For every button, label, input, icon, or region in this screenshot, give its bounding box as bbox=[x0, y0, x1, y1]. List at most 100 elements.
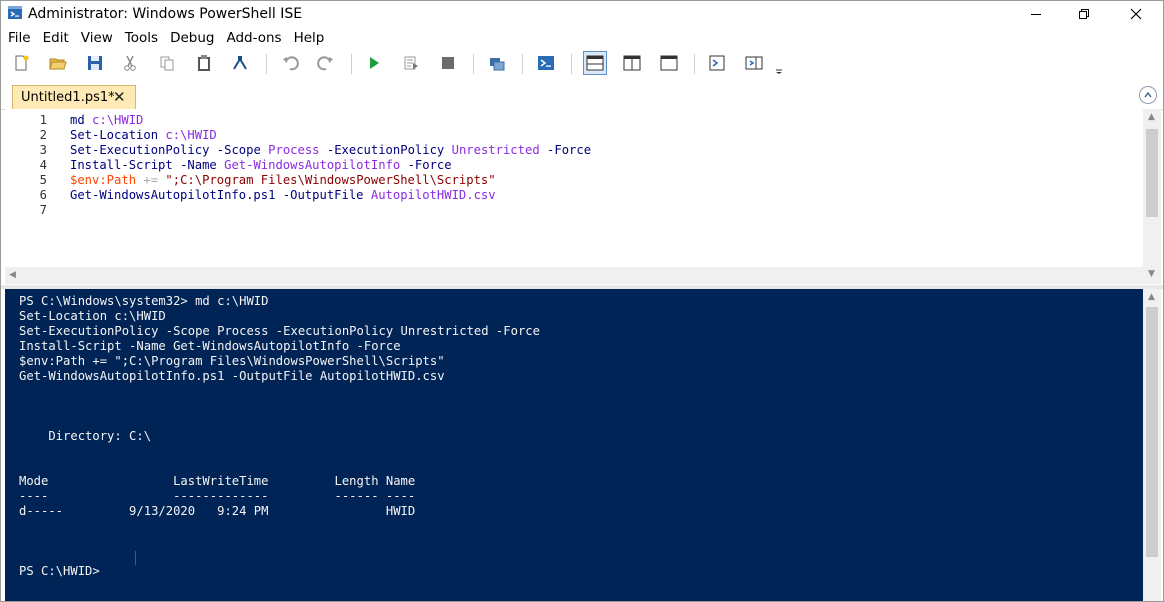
close-icon bbox=[1130, 8, 1142, 20]
toolbar-overflow-button[interactable] bbox=[773, 58, 785, 80]
title-bar: Administrator: Windows PowerShell ISE bbox=[1, 1, 1163, 27]
paste-icon bbox=[198, 55, 210, 71]
line-number: 3 bbox=[39, 143, 47, 157]
remote-icon bbox=[490, 58, 505, 71]
layout-top-icon bbox=[586, 55, 604, 71]
console-line: Set-Location c:\HWID bbox=[19, 309, 166, 323]
console-pane[interactable]: PS C:\Windows\system32> md c:\HWID Set-Lo… bbox=[5, 289, 1143, 601]
cut-icon bbox=[124, 55, 136, 71]
close-button[interactable] bbox=[1113, 1, 1159, 27]
line-number: 4 bbox=[39, 158, 47, 172]
console-line: d----- 9/13/2020 9:24 PM HWID bbox=[19, 504, 416, 518]
script-tab-strip: Untitled1.ps1* ✕ bbox=[1, 81, 1163, 110]
code-line: md c:\HWID bbox=[70, 113, 144, 127]
clear-console-button[interactable] bbox=[229, 52, 251, 74]
console-line: Mode LastWriteTime Length Name bbox=[19, 474, 416, 488]
run-script-button[interactable] bbox=[363, 52, 385, 74]
code-line: Set-Location c:\HWID bbox=[70, 128, 217, 142]
console-line: Directory: C:\ bbox=[19, 429, 152, 443]
layout-max-icon bbox=[660, 55, 678, 71]
code-line: $env:Path += ";C:\Program Files\WindowsP… bbox=[70, 173, 496, 187]
menu-edit[interactable]: Edit bbox=[37, 30, 75, 46]
scroll-down-icon[interactable]: ▼ bbox=[1148, 269, 1155, 279]
redo-icon bbox=[317, 56, 333, 71]
remote-powershell-button[interactable] bbox=[486, 52, 508, 74]
console-line: Get-WindowsAutopilotInfo.ps1 -OutputFile… bbox=[19, 369, 445, 383]
line-number: 2 bbox=[39, 128, 47, 142]
powershell-icon bbox=[538, 56, 554, 70]
line-number-gutter: 1 2 3 4 5 6 7 bbox=[5, 113, 47, 218]
powershell-ise-icon bbox=[8, 6, 22, 19]
layout-script-top-button[interactable] bbox=[583, 51, 607, 75]
open-button[interactable] bbox=[47, 52, 69, 74]
console-line: Install-Script -Name Get-WindowsAutopilo… bbox=[19, 339, 401, 353]
restore-icon bbox=[1079, 9, 1089, 19]
copy-button[interactable] bbox=[156, 52, 178, 74]
console-scroll-thumb[interactable] bbox=[1146, 307, 1158, 557]
editor-scroll-thumb[interactable] bbox=[1146, 129, 1158, 217]
stop-icon bbox=[442, 57, 454, 69]
stop-button[interactable] bbox=[437, 52, 459, 74]
run-icon bbox=[370, 57, 379, 69]
minimize-button[interactable] bbox=[1013, 1, 1059, 27]
scroll-up-icon[interactable]: ▲ bbox=[1148, 112, 1155, 122]
scroll-left-icon[interactable]: ◀ bbox=[9, 270, 16, 280]
open-icon bbox=[49, 58, 67, 70]
cut-button[interactable] bbox=[119, 52, 141, 74]
close-tab-icon[interactable]: ✕ bbox=[113, 88, 126, 106]
powershell-ise-window: Administrator: Windows PowerShell ISE Fi… bbox=[0, 0, 1164, 602]
menu-file[interactable]: File bbox=[1, 30, 37, 46]
layout-maximized-button[interactable] bbox=[658, 52, 680, 74]
line-number: 7 bbox=[39, 203, 47, 217]
undo-icon bbox=[283, 56, 299, 71]
console-line: ---- ------------- ------ ---- bbox=[19, 489, 416, 503]
line-number: 5 bbox=[39, 173, 47, 187]
line-number: 6 bbox=[39, 188, 47, 202]
clear-icon bbox=[233, 56, 247, 70]
show-script-pane-button[interactable] bbox=[706, 52, 728, 74]
collapse-script-pane-button[interactable] bbox=[1139, 86, 1157, 104]
tab-untitled1[interactable]: Untitled1.ps1* ✕ bbox=[12, 85, 136, 109]
layout-script-right-button[interactable] bbox=[621, 52, 643, 74]
menu-bar: File Edit View Tools Debug Add-ons Help bbox=[1, 28, 1163, 48]
undo-button[interactable] bbox=[279, 52, 301, 74]
code-lines: md c:\HWID Set-Location c:\HWID Set-Execut… bbox=[70, 113, 591, 218]
run-selection-button[interactable] bbox=[400, 52, 422, 74]
layout-right-icon bbox=[623, 55, 641, 71]
console-line: PS C:\Windows\system32> md c:\HWID bbox=[19, 294, 269, 308]
start-powershell-button[interactable] bbox=[535, 52, 557, 74]
restore-button[interactable] bbox=[1061, 1, 1107, 27]
console-vertical-scrollbar[interactable]: ▲ bbox=[1143, 289, 1161, 601]
show-script-icon bbox=[709, 55, 725, 71]
menu-debug[interactable]: Debug bbox=[164, 30, 220, 46]
menu-add-ons[interactable]: Add-ons bbox=[220, 30, 287, 46]
redo-button[interactable] bbox=[315, 52, 337, 74]
window-title: Administrator: Windows PowerShell ISE bbox=[28, 6, 303, 22]
text-cursor bbox=[135, 551, 136, 565]
script-editor[interactable]: 1 2 3 4 5 6 7 md c:\HWID Set-Location c:\… bbox=[5, 109, 1143, 284]
show-commands-icon bbox=[745, 56, 763, 70]
show-commands-button[interactable] bbox=[743, 52, 765, 74]
paste-button[interactable] bbox=[193, 52, 215, 74]
menu-help[interactable]: Help bbox=[288, 30, 331, 46]
save-button[interactable] bbox=[84, 52, 106, 74]
chevron-up-icon bbox=[1144, 91, 1152, 98]
menu-view[interactable]: View bbox=[75, 30, 119, 46]
menu-tools[interactable]: Tools bbox=[119, 30, 164, 46]
editor-horizontal-scrollbar[interactable]: ◀ bbox=[5, 267, 1143, 284]
editor-vertical-scrollbar[interactable]: ▲ ▼ bbox=[1143, 109, 1161, 284]
console-line: $env:Path += ";C:\Program Files\WindowsP… bbox=[19, 354, 445, 368]
tab-label: Untitled1.ps1* bbox=[21, 90, 115, 105]
console-line: Set-ExecutionPolicy -Scope Process -Exec… bbox=[19, 324, 540, 338]
scroll-up-icon[interactable]: ▲ bbox=[1148, 292, 1155, 302]
save-icon bbox=[88, 56, 102, 70]
new-button[interactable] bbox=[10, 52, 32, 74]
